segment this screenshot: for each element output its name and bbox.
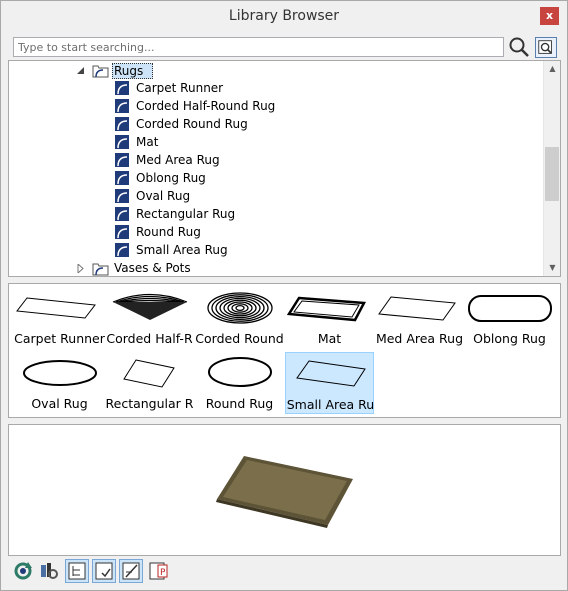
refresh-library-icon[interactable] <box>11 559 35 583</box>
library-browser-window: Library Browser x Rugs Carpet RunnerCord… <box>0 0 568 591</box>
svg-text:P: P <box>160 568 166 578</box>
tree-item-label[interactable]: Small Area Rug <box>136 243 228 257</box>
window-title: Library Browser <box>228 8 340 24</box>
tree-scrollbar[interactable]: ▲ ▼ <box>543 61 560 276</box>
thumbnail-item[interactable]: Oval Rug <box>15 352 104 414</box>
scroll-thumb[interactable] <box>545 147 559 201</box>
thumbnail-item[interactable]: Oblong Rug <box>465 287 554 349</box>
find-in-library-icon[interactable] <box>535 37 557 58</box>
library-object-icon <box>115 189 129 203</box>
library-tree[interactable]: Rugs Carpet Runner Corded Half-Round Rug C… <box>8 60 561 277</box>
thumbnail-caption: Carpet Runner <box>14 331 105 346</box>
tree-item[interactable]: Med Area Rug <box>9 152 543 170</box>
oval-rug-thumbnail <box>23 360 97 386</box>
thumbnail-item[interactable]: Round Rug <box>195 352 284 414</box>
library-object-icon <box>115 225 129 239</box>
library-object-icon <box>115 243 129 257</box>
library-object-icon <box>115 171 129 185</box>
search-row <box>13 36 559 58</box>
show-tree-view-icon[interactable] <box>65 559 89 583</box>
small-area-rug-thumbnail <box>296 360 366 387</box>
tree-item-label[interactable]: Oblong Rug <box>136 171 206 185</box>
thumbnail-caption: Round Rug <box>205 396 274 411</box>
library-object-icon <box>115 135 129 149</box>
library-object-icon <box>115 81 129 95</box>
thumbnail-item[interactable]: Med Area Rug <box>375 287 464 349</box>
tree-item-label[interactable]: Corded Half-Round Rug <box>136 99 275 113</box>
library-object-icon <box>115 207 129 221</box>
folder-icon <box>92 263 109 276</box>
collapsed-arrow-icon[interactable] <box>77 264 85 273</box>
close-button[interactable]: x <box>540 7 559 25</box>
show-preview-icon[interactable] <box>119 559 143 583</box>
tree-item[interactable]: Rectangular Rug <box>9 206 543 224</box>
tree-item-label[interactable]: Corded Round Rug <box>136 117 248 131</box>
thumbnail-caption: Small Area Ru <box>286 397 375 412</box>
thumbnail-item[interactable]: Rectangular R <box>105 352 194 414</box>
preview-pane[interactable] <box>8 424 561 556</box>
bottom-toolbar: P <box>9 559 559 585</box>
tree-item[interactable]: Oval Rug <box>9 188 543 206</box>
library-object-icon <box>115 117 129 131</box>
thumbnail-caption: Corded Half-R <box>106 331 193 346</box>
round-rug-thumbnail <box>208 357 272 387</box>
show-properties-icon[interactable]: P <box>147 559 171 583</box>
thumbnail-caption: Corded Round <box>195 331 284 346</box>
small-area-rug-3d-preview <box>216 456 353 528</box>
tree-folder-label[interactable]: Vases & Pots <box>114 261 191 275</box>
search-icon[interactable] <box>507 36 531 58</box>
thumbnail-caption: Rectangular R <box>105 396 194 411</box>
tree-item-label[interactable]: Carpet Runner <box>136 81 223 95</box>
thumbnail-item[interactable]: Corded Half-R <box>105 287 194 349</box>
tree-item[interactable]: Small Area Rug <box>9 242 543 260</box>
thumbnail-caption: Oblong Rug <box>473 331 546 346</box>
tree-item[interactable]: Carpet Runner <box>9 80 543 98</box>
mat-thumbnail <box>286 296 366 322</box>
thumbnail-item[interactable]: Small Area Ru <box>285 352 374 414</box>
oblong-rug-thumbnail <box>468 295 552 322</box>
carpet-runner-thumbnail <box>16 297 96 319</box>
tree-folder-rugs[interactable]: Rugs <box>9 62 543 80</box>
tree-folder-label[interactable]: Rugs <box>112 63 154 79</box>
thumbnail-caption: Oval Rug <box>31 396 88 411</box>
tree-item-label[interactable]: Mat <box>136 135 158 149</box>
med-area-rug-thumbnail <box>378 296 456 321</box>
tree-item-label[interactable]: Round Rug <box>136 225 201 239</box>
rectangular-rug-thumbnail <box>123 359 175 388</box>
corded-round-thumbnail <box>207 292 273 324</box>
search-input[interactable] <box>13 37 504 57</box>
tree-item[interactable]: Corded Round Rug <box>9 116 543 134</box>
thumbnail-grid[interactable]: Carpet Runner Corded Half-R Corded Round Ma… <box>8 283 561 418</box>
tree-item-label[interactable]: Oval Rug <box>136 189 190 203</box>
thumbnail-caption: Med Area Rug <box>375 331 464 346</box>
thumbnail-caption: Mat <box>317 331 342 346</box>
title-bar[interactable]: Library Browser x <box>1 1 567 33</box>
show-thumbnail-view-icon[interactable] <box>92 559 116 583</box>
folder-icon <box>92 65 109 78</box>
corded-half-round-thumbnail <box>112 293 188 320</box>
thumbnail-item[interactable]: Corded Round <box>195 287 284 349</box>
thumbnail-item[interactable]: Mat <box>285 287 374 349</box>
tree-item[interactable]: Oblong Rug <box>9 170 543 188</box>
tree-item[interactable]: Corded Half-Round Rug <box>9 98 543 116</box>
tree-item-label[interactable]: Med Area Rug <box>136 153 220 167</box>
library-settings-icon[interactable] <box>37 559 61 583</box>
tree-item[interactable]: Mat <box>9 134 543 152</box>
scroll-down-arrow-icon[interactable]: ▼ <box>544 260 560 276</box>
library-object-icon <box>115 153 129 167</box>
library-object-icon <box>115 99 129 113</box>
tree-folder-vases-pots[interactable]: Vases & Pots <box>9 260 543 276</box>
scroll-up-arrow-icon[interactable]: ▲ <box>544 61 560 77</box>
tree-item[interactable]: Round Rug <box>9 224 543 242</box>
expanded-arrow-icon[interactable] <box>77 66 85 75</box>
tree-item-label[interactable]: Rectangular Rug <box>136 207 235 221</box>
thumbnail-item[interactable]: Carpet Runner <box>14 287 105 349</box>
